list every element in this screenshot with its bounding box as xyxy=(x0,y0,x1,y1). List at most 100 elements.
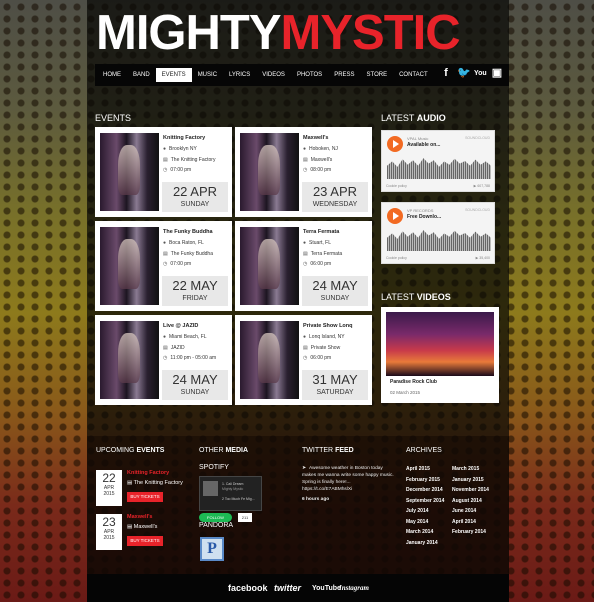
spotify-player[interactable]: 1. Cali Dream Mighty Mystic 2 Too Much F… xyxy=(199,476,262,511)
footer-youtube[interactable]: YouTube xyxy=(312,585,341,592)
archive-link[interactable]: March 2015 xyxy=(452,466,479,472)
event-photo[interactable] xyxy=(240,321,299,399)
play-button[interactable] xyxy=(387,136,403,152)
video-thumbnail[interactable] xyxy=(386,312,494,376)
buy-tickets-button[interactable]: BUY TICKETS xyxy=(127,492,163,502)
instagram-icon[interactable]: ▣ xyxy=(491,67,503,80)
pandora-icon[interactable]: P xyxy=(200,537,224,561)
archive-link[interactable]: December 2014 xyxy=(406,487,443,493)
event-card[interactable]: Knitting Factory ● Brooklyn NY ▤ The Knittin… xyxy=(95,127,232,217)
event-time-text: 06:00 pm xyxy=(310,355,332,361)
event-city-text: Boca Raton, FL xyxy=(169,240,204,246)
event-title[interactable]: The Funky Buddha xyxy=(163,229,213,235)
nav-item-music[interactable]: MUSIC xyxy=(192,68,223,82)
spotify-track-2[interactable]: 2 Too Much Fe Mig... xyxy=(222,497,255,501)
archive-link[interactable]: February 2014 xyxy=(452,529,486,535)
event-title[interactable]: Terra Fermata xyxy=(303,229,339,235)
track-title[interactable]: Available on... xyxy=(407,142,440,148)
track-title[interactable]: Free Downlo... xyxy=(407,214,441,220)
event-title[interactable]: Maxwell's xyxy=(303,135,328,141)
event-photo[interactable] xyxy=(240,227,299,305)
soundcloud-player[interactable]: VPAL Music Available on... SOUNDCLOUD Cooki… xyxy=(381,130,495,192)
event-weekday: SATURDAY xyxy=(316,389,354,396)
nav-item-videos[interactable]: VIDEOS xyxy=(256,68,291,82)
archive-link[interactable]: November 2014 xyxy=(452,487,489,493)
event-photo[interactable] xyxy=(240,133,299,211)
event-title[interactable]: Private Show Lonq xyxy=(303,323,353,329)
upcoming-place: Maxwell's xyxy=(133,524,158,530)
buy-tickets-button[interactable]: BUY TICKETS xyxy=(127,536,163,546)
youtube-icon[interactable]: You xyxy=(474,67,487,80)
spotify-track[interactable]: 1. Cali Dream xyxy=(222,482,243,486)
event-photo[interactable] xyxy=(100,227,159,305)
archive-link[interactable]: August 2014 xyxy=(452,498,482,504)
archive-link[interactable]: September 2014 xyxy=(406,498,444,504)
facebook-icon[interactable]: f xyxy=(440,67,452,80)
twitter-icon[interactable]: 🐦 xyxy=(457,67,471,80)
waveform[interactable] xyxy=(387,230,491,251)
play-button[interactable] xyxy=(387,208,403,224)
upcoming-venue[interactable]: Knitting Factory xyxy=(127,470,169,476)
event-card[interactable]: The Funky Buddha ● Boca Raton, FL ▤ The Funk… xyxy=(95,221,232,311)
nav-item-home[interactable]: HOME xyxy=(97,68,127,82)
event-photo[interactable] xyxy=(100,133,159,211)
video-caption[interactable]: Paradise Rock Club xyxy=(390,379,437,385)
track-artist[interactable]: VPAL Music xyxy=(407,136,428,141)
event-card[interactable]: Live @ JAZID ● Miami Beach, FL ▤ JAZID ◷ 11:00… xyxy=(95,315,232,405)
footer-facebook[interactable]: facebook xyxy=(228,583,268,593)
building-icon: ▤ xyxy=(163,345,168,351)
archive-link[interactable]: April 2015 xyxy=(406,466,430,472)
archive-link[interactable]: March 2014 xyxy=(406,529,433,535)
event-card[interactable]: Terra Fermata ● Stuart, FL ▤ Terra Fermata ◷ 0… xyxy=(235,221,372,311)
waveform[interactable] xyxy=(387,158,491,179)
event-weekday: WEDNESDAY xyxy=(312,201,358,208)
archive-link[interactable]: May 2014 xyxy=(406,519,428,525)
footer-widgets xyxy=(87,436,509,574)
event-time: ◷ 06:00 pm xyxy=(303,261,331,267)
upcoming-day: 22 xyxy=(102,471,116,485)
archive-link[interactable]: January 2015 xyxy=(452,477,484,483)
nav-item-band[interactable]: BAND xyxy=(127,68,156,82)
soundcloud-logo[interactable]: SOUNDCLOUD xyxy=(465,208,490,212)
upcoming-day: 23 xyxy=(102,515,116,529)
footer-twitter[interactable]: twitter xyxy=(274,583,301,593)
archive-link[interactable]: July 2014 xyxy=(406,508,429,514)
event-title[interactable]: Live @ JAZID xyxy=(163,323,198,329)
cookie-policy-link[interactable]: Cookie policy xyxy=(386,184,407,188)
nav-item-store[interactable]: STORE xyxy=(361,68,394,82)
clock-icon: ◷ xyxy=(303,167,308,173)
track-artist[interactable]: VP RECORDS xyxy=(407,208,433,213)
footer-instagram[interactable]: Instagram xyxy=(339,584,369,592)
clock-icon: ◷ xyxy=(163,261,168,267)
event-city-text: Hoboken, NJ xyxy=(309,146,338,152)
event-place-text: Private Show xyxy=(310,345,341,351)
event-place-text: The Funky Buddha xyxy=(170,251,213,257)
event-title[interactable]: Knitting Factory xyxy=(163,135,205,141)
archive-link[interactable]: January 2014 xyxy=(406,540,438,546)
event-city-text: Miami Beach, FL xyxy=(169,334,207,340)
archive-link[interactable]: April 2014 xyxy=(452,519,476,525)
clock-icon: ◷ xyxy=(303,355,308,361)
spotify-follow-button[interactable]: FOLLOW xyxy=(199,513,232,522)
archive-link[interactable]: June 2014 xyxy=(452,508,476,514)
nav-item-photos[interactable]: PHOTOS xyxy=(291,68,328,82)
twitter-heading: TWITTER FEED xyxy=(302,447,354,454)
nav-item-press[interactable]: PRESS xyxy=(328,68,360,82)
event-card[interactable]: Maxwell's ● Hoboken, NJ ▤ Maxwell's ◷ 08:00 pm… xyxy=(235,127,372,217)
soundcloud-logo[interactable]: SOUNDCLOUD xyxy=(465,136,490,140)
event-date: 23 APR xyxy=(312,184,358,199)
archive-link[interactable]: February 2015 xyxy=(406,477,440,483)
pandora-label: PANDORA xyxy=(199,522,234,529)
upcoming-location: ▤ The Knitting Factory xyxy=(127,480,183,486)
video-card[interactable]: Paradise Rock Club 02 March 2015 xyxy=(381,307,499,403)
cookie-policy-link[interactable]: Cookie policy xyxy=(386,256,407,260)
event-photo[interactable] xyxy=(100,321,159,399)
nav-item-contact[interactable]: CONTACT xyxy=(393,68,434,82)
nav-item-events[interactable]: EVENTS xyxy=(155,68,192,82)
upcoming-year: 2015 xyxy=(103,535,115,541)
site-logo[interactable]: MIGHTYMYSTIC xyxy=(96,6,461,60)
upcoming-venue[interactable]: Maxwell's xyxy=(127,514,152,520)
event-card[interactable]: Private Show Lonq ● Lonq Island, NY ▤ Privat… xyxy=(235,315,372,405)
soundcloud-player[interactable]: VP RECORDS Free Downlo... SOUNDCLOUD Cookie… xyxy=(381,202,495,264)
nav-item-lyrics[interactable]: LYRICS xyxy=(223,68,256,82)
